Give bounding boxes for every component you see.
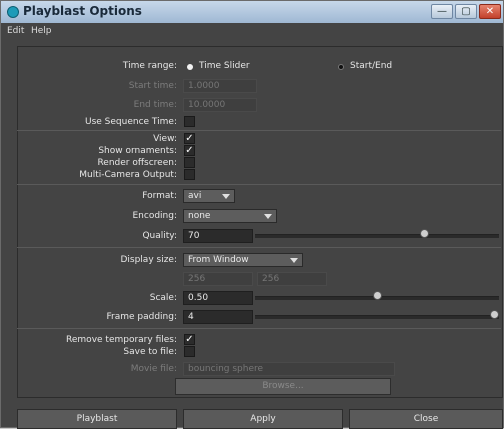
view-checkbox[interactable]: ✓ — [184, 133, 195, 144]
divider — [17, 184, 501, 185]
frame-padding-field[interactable]: 4 — [183, 310, 253, 324]
show-ornaments-checkbox[interactable]: ✓ — [184, 145, 195, 156]
scale-field[interactable]: 0.50 — [183, 291, 253, 305]
title-bar[interactable]: Playblast Options — ▢ ✕ — [1, 1, 503, 24]
movie-file-field[interactable]: bouncing sphere — [183, 362, 395, 376]
chevron-down-icon — [264, 214, 272, 219]
width-field[interactable]: 256 — [183, 272, 253, 286]
window-title: Playblast Options — [23, 4, 142, 18]
close-icon: ✕ — [485, 6, 495, 17]
start-end-label: Start/End — [350, 61, 393, 71]
maya-app-icon — [7, 6, 19, 18]
start-time-field[interactable]: 1.0000 — [183, 79, 257, 93]
scale-label: Scale: — [149, 293, 177, 303]
format-label: Format: — [142, 191, 177, 201]
quality-slider-thumb[interactable] — [419, 229, 429, 238]
divider — [17, 247, 501, 248]
menu-help[interactable]: Help — [31, 26, 52, 36]
close-button[interactable]: Close — [349, 409, 503, 429]
scale-slider-thumb[interactable] — [372, 291, 382, 300]
save-to-file-label: Save to file: — [123, 347, 177, 357]
encoding-value: none — [188, 211, 211, 221]
menu-bar: Edit Help — [1, 23, 503, 41]
frame-padding-slider-thumb[interactable] — [490, 310, 499, 319]
frame-padding-slider-track[interactable] — [255, 315, 499, 319]
end-time-label: End time: — [133, 100, 177, 110]
format-dropdown[interactable]: avi — [183, 189, 235, 203]
quality-slider-track[interactable] — [255, 234, 499, 238]
divider — [17, 328, 501, 329]
multi-camera-output-checkbox[interactable] — [184, 169, 195, 180]
remove-temp-files-label: Remove temporary files: — [66, 335, 177, 345]
show-ornaments-label: Show ornaments: — [98, 146, 177, 156]
quality-field[interactable]: 70 — [183, 229, 253, 243]
view-label: View: — [153, 134, 177, 144]
display-size-label: Display size: — [120, 255, 177, 265]
divider — [17, 130, 501, 131]
multi-camera-output-label: Multi-Camera Output: — [79, 170, 177, 180]
chevron-down-icon — [290, 258, 298, 263]
start-time-label: Start time: — [128, 81, 177, 91]
menu-edit[interactable]: Edit — [7, 26, 24, 36]
encoding-dropdown[interactable]: none — [183, 209, 277, 223]
radio-time-slider[interactable] — [187, 64, 193, 70]
minimize-button[interactable]: — — [431, 4, 453, 19]
minimize-icon: — — [437, 6, 447, 17]
encoding-label: Encoding: — [132, 211, 177, 221]
close-window-button[interactable]: ✕ — [479, 4, 501, 19]
render-offscreen-label: Render offscreen: — [97, 158, 177, 168]
use-sequence-time-label: Use Sequence Time: — [85, 117, 177, 127]
maximize-button[interactable]: ▢ — [455, 4, 477, 19]
display-size-value: From Window — [188, 255, 249, 265]
maximize-icon: ▢ — [461, 6, 471, 17]
browse-button[interactable]: Browse... — [175, 378, 391, 395]
format-value: avi — [188, 191, 202, 201]
display-size-dropdown[interactable]: From Window — [183, 253, 303, 267]
frame-padding-label: Frame padding: — [106, 312, 177, 322]
chevron-down-icon — [222, 194, 230, 199]
apply-button[interactable]: Apply — [183, 409, 343, 429]
remove-temp-files-checkbox[interactable]: ✓ — [184, 334, 195, 345]
playblast-options-window: Playblast Options — ▢ ✕ Edit Help Time r… — [0, 0, 504, 429]
radio-start-end[interactable] — [338, 64, 344, 70]
use-sequence-time-checkbox[interactable] — [184, 116, 195, 127]
movie-file-label: Movie file: — [130, 364, 177, 374]
render-offscreen-checkbox[interactable] — [184, 157, 195, 168]
time-slider-label: Time Slider — [199, 61, 250, 71]
quality-label: Quality: — [142, 231, 177, 241]
playblast-button[interactable]: Playblast — [17, 409, 177, 429]
end-time-field[interactable]: 10.0000 — [183, 98, 257, 112]
save-to-file-checkbox[interactable] — [184, 346, 195, 357]
time-range-label: Time range: — [122, 61, 177, 71]
height-field[interactable]: 256 — [257, 272, 327, 286]
